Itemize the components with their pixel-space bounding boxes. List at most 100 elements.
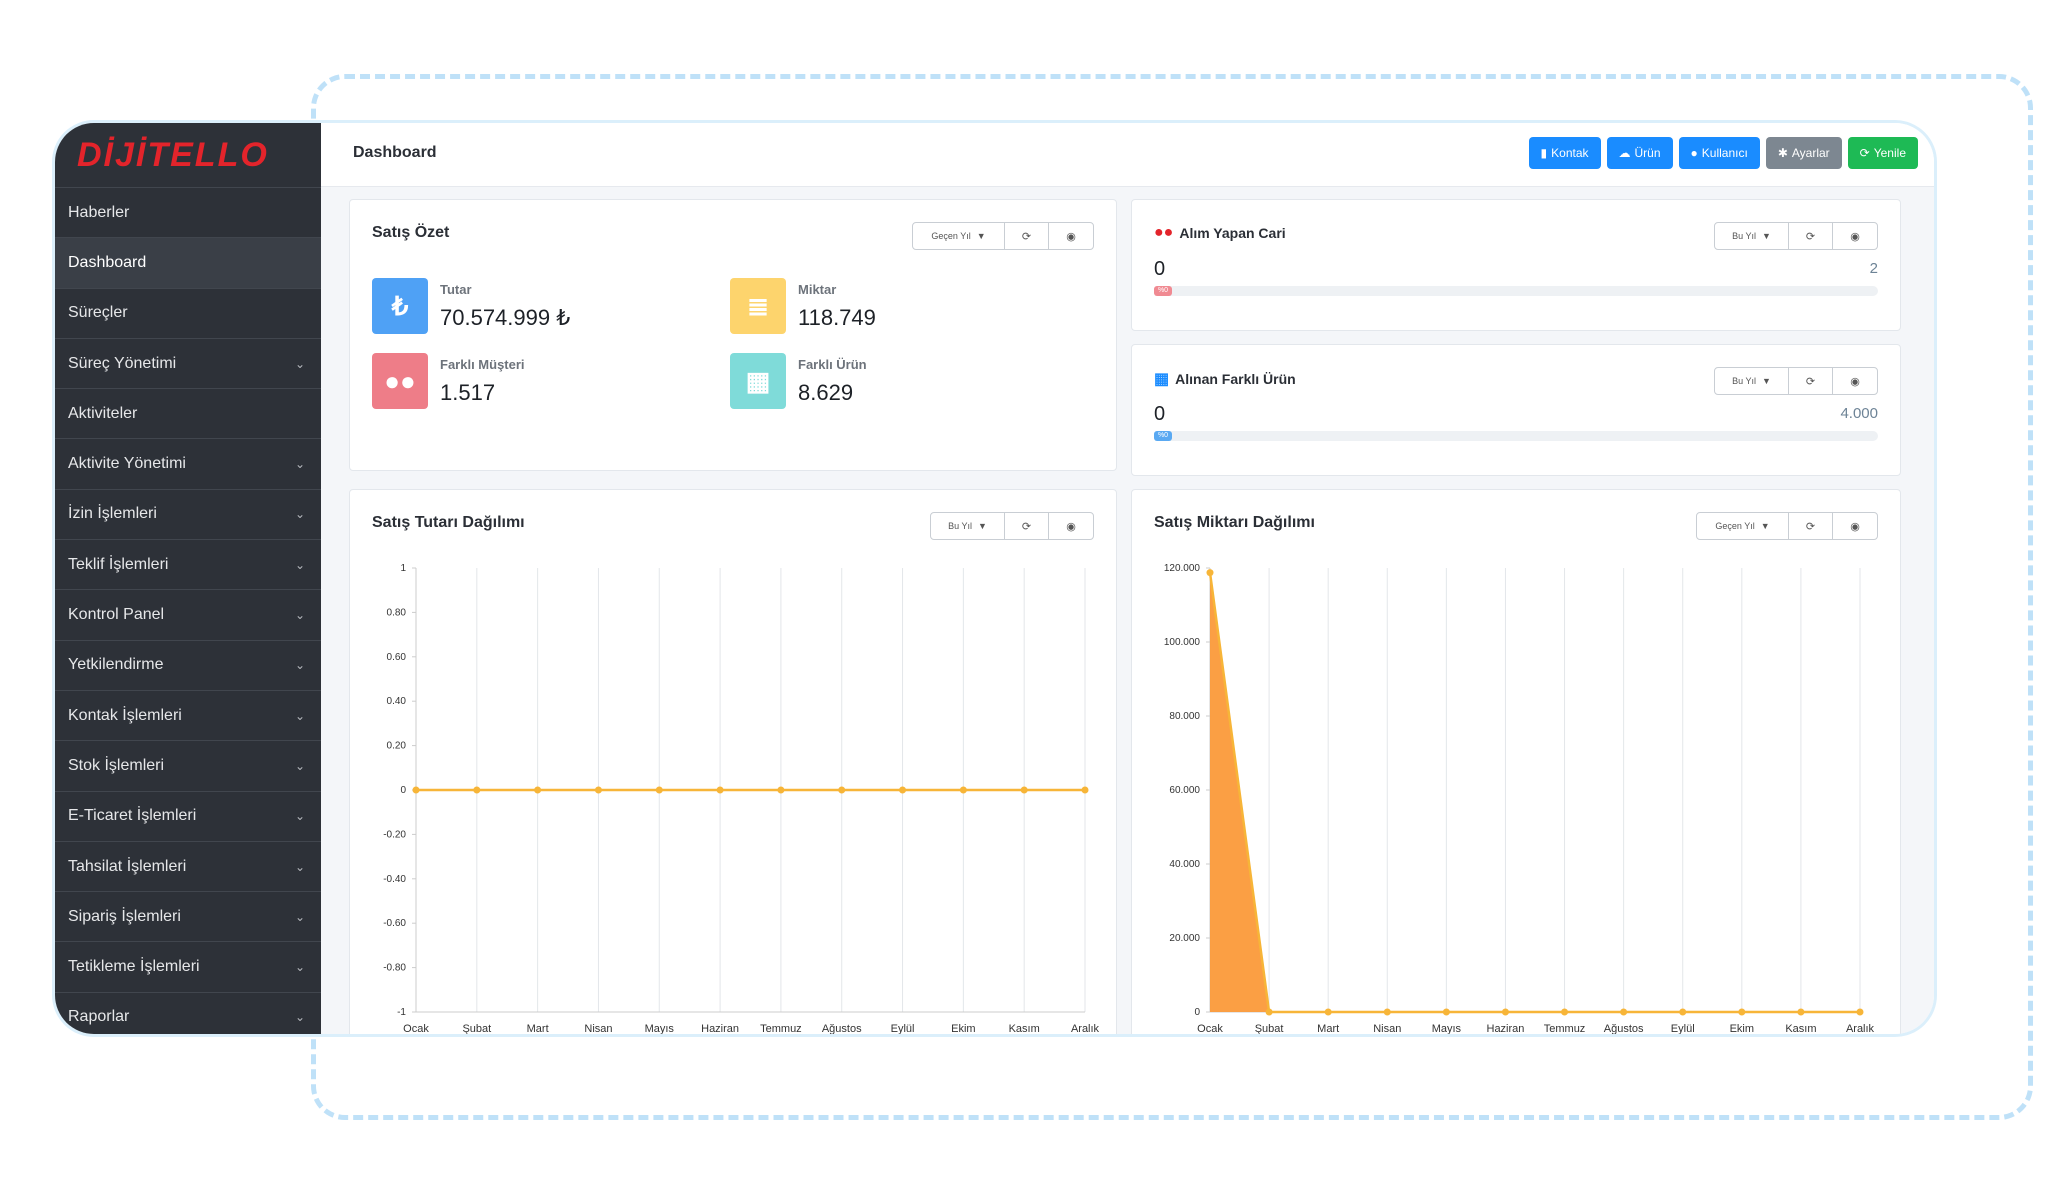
data-point xyxy=(1324,1008,1332,1016)
sidebar-item-label: Sipariş İşlemleri xyxy=(68,907,181,925)
yenile-button[interactable]: ⟳ Yenile xyxy=(1847,137,1918,169)
user-icon: ● xyxy=(1690,146,1698,160)
refresh-icon[interactable]: ⟳ xyxy=(1789,368,1833,394)
chevron-down-icon: ⌄ xyxy=(294,859,305,874)
sidebar-item[interactable]: Tetikleme İşlemleri ⌄ xyxy=(55,941,321,991)
summary-stat: ▦ Farklı Ürün 8.629 xyxy=(730,353,867,409)
period-filter-select[interactable]: Geçen Yıl ▼ xyxy=(913,223,1005,249)
data-point xyxy=(412,786,420,794)
y-tick-label: 1 xyxy=(400,563,406,574)
y-tick-label: -0.80 xyxy=(383,963,406,974)
eye-icon[interactable]: ◉ xyxy=(1833,368,1877,394)
data-point xyxy=(655,786,663,794)
sidebar-item[interactable]: Yetkilendirme ⌄ xyxy=(55,639,321,690)
sidebar-item[interactable]: İzin İşlemleri ⌄ xyxy=(55,488,321,539)
data-point xyxy=(899,786,907,794)
sidebar-item[interactable]: Dashboard xyxy=(55,237,321,288)
sidebar-item[interactable]: Tahsilat İşlemleri ⌄ xyxy=(55,840,321,891)
chevron-down-icon: ⌄ xyxy=(294,809,305,824)
sidebar-item[interactable]: Aktivite Yönetimi ⌄ xyxy=(55,438,321,488)
data-point xyxy=(1383,1008,1391,1016)
y-tick-label: -0.40 xyxy=(383,874,406,885)
chevron-down-icon: ⌄ xyxy=(294,356,305,371)
x-tick-label: Mart xyxy=(527,1023,549,1035)
chevron-down-icon: ⌄ xyxy=(294,758,305,773)
top-bar: Dashboard ▮ Kontak ☁ Ürün ● Kullanıcı ✱ Ayarlar… xyxy=(321,123,1934,187)
stat-value: 1.517 xyxy=(440,379,496,405)
x-tick-label: Aralık xyxy=(1846,1023,1875,1035)
y-tick-label: 0.60 xyxy=(387,652,407,663)
sidebar-item-label: Yetkilendirme xyxy=(68,656,164,674)
refresh-icon[interactable]: ⟳ xyxy=(1005,223,1049,249)
sidebar-item-label: Aktiviteler xyxy=(68,404,138,422)
data-point xyxy=(534,786,542,794)
sidebar-item[interactable]: Sipariş İşlemleri ⌄ xyxy=(55,891,321,941)
sidebar-item[interactable]: Aktiviteler xyxy=(55,388,321,438)
x-tick-label: Şubat xyxy=(462,1023,491,1035)
eye-icon[interactable]: ◉ xyxy=(1833,223,1877,249)
data-point xyxy=(1561,1008,1569,1016)
stat-label: Farklı Müşteri xyxy=(440,356,525,372)
ayarlar-button[interactable]: ✱ Ayarlar xyxy=(1765,137,1842,169)
sidebar-item[interactable]: Kontrol Panel ⌄ xyxy=(55,589,321,639)
sidebar-item[interactable]: Kontak İşlemleri ⌄ xyxy=(55,689,321,740)
data-point xyxy=(1265,1008,1273,1016)
y-tick-label: 40.000 xyxy=(1169,859,1200,870)
card-controls: Bu Yıl ▼ ⟳ ◉ xyxy=(1714,367,1878,395)
products-card: ▦ Alınan Farklı Ürün Bu Yıl ▼ ⟳ ◉ 0 4.000 … xyxy=(1131,344,1901,476)
refresh-icon[interactable]: ⟳ xyxy=(1789,223,1833,249)
period-filter-select[interactable]: Bu Yıl ▼ xyxy=(1715,368,1789,394)
card-controls: Geçen Yıl ▼ ⟳ ◉ xyxy=(912,222,1094,250)
sales-summary-card: Satış Özet Geçen Yıl ▼ ⟳ ◉ ₺ Tutar 70.574.9… xyxy=(349,199,1117,471)
sidebar-item[interactable]: Stok İşlemleri ⌄ xyxy=(55,740,321,790)
x-tick-label: Şubat xyxy=(1255,1023,1284,1035)
app-window: DİJİTELLO Haberler Dashboard Süreçler Süreç… xyxy=(52,120,1937,1037)
chevron-down-icon: ⌄ xyxy=(294,960,305,975)
x-tick-label: Nisan xyxy=(1373,1023,1401,1035)
building-icon: ▮ xyxy=(1540,146,1548,160)
chevron-down-icon: ⌄ xyxy=(294,557,305,572)
sidebar-item[interactable]: Süreçler xyxy=(55,287,321,338)
kullanıcı-button[interactable]: ● Kullanıcı xyxy=(1678,137,1760,169)
quantity-area-chart: 120.000 100.000 80.000 60.000 40.000 20.000 0 O… xyxy=(1164,563,1875,1035)
users-icon: ●● xyxy=(372,353,428,409)
data-point xyxy=(716,786,724,794)
qrcode-icon: ▦ xyxy=(1154,371,1170,388)
y-tick-label: 0.80 xyxy=(387,607,407,618)
card-title: Alınan Farklı Ürün xyxy=(1175,371,1296,387)
sidebar-item-label: Süreçler xyxy=(68,304,128,322)
x-tick-label: Eylül xyxy=(891,1023,915,1035)
toolbar-buttons: ▮ Kontak ☁ Ürün ● Kullanıcı ✱ Ayarlar ⟳ Yenile xyxy=(1528,137,1918,169)
x-tick-label: Eylül xyxy=(1671,1023,1695,1035)
period-filter-select[interactable]: Bu Yıl ▼ xyxy=(1715,223,1789,249)
data-point xyxy=(1501,1008,1509,1016)
sidebar-item[interactable]: Süreç Yönetimi ⌄ xyxy=(55,337,321,388)
sidebar-item[interactable]: Haberler xyxy=(55,187,321,237)
stat-label: Miktar xyxy=(798,281,837,297)
chevron-down-icon: ⌄ xyxy=(294,1010,305,1025)
brand-logo[interactable]: DİJİTELLO xyxy=(55,123,321,187)
filter-icon: ▼ xyxy=(1761,231,1771,241)
x-tick-label: Mart xyxy=(1317,1023,1339,1035)
eye-icon[interactable]: ◉ xyxy=(1049,223,1093,249)
sidebar-item-label: Stok İşlemleri xyxy=(68,756,165,774)
card-title: Alım Yapan Cari xyxy=(1179,225,1286,241)
x-tick-label: Mayıs xyxy=(645,1023,675,1035)
data-point xyxy=(1020,786,1028,794)
sidebar-item[interactable]: Teklif İşlemleri ⌄ xyxy=(55,539,321,589)
progress-fill: %0 xyxy=(1154,286,1172,296)
page-title: Dashboard xyxy=(353,144,437,161)
x-tick-label: Ekim xyxy=(1730,1023,1754,1035)
y-tick-label: 80.000 xyxy=(1169,711,1200,722)
amount-line-chart: 1 0.80 0.60 0.40 0.20 0 -0.20 -0.40 -0.60 -0.80 -1… xyxy=(383,563,1099,1035)
sidebar-item[interactable]: Raporlar ⌄ xyxy=(55,991,321,1034)
kontak-button[interactable]: ▮ Kontak xyxy=(1528,137,1601,169)
sidebar-item-label: Dashboard xyxy=(68,253,147,271)
y-tick-label: 0.20 xyxy=(387,741,407,752)
data-point xyxy=(1856,1008,1864,1016)
buyers-card: ●● Alım Yapan Cari Bu Yıl ▼ ⟳ ◉ 0 2 %0 xyxy=(1131,199,1901,331)
stat-value: 8.629 xyxy=(798,379,854,405)
qrcode-icon: ▦ xyxy=(730,353,786,409)
sidebar-item[interactable]: E-Ticaret İşlemleri ⌄ xyxy=(55,790,321,841)
ürün-button[interactable]: ☁ Ürün xyxy=(1606,137,1673,169)
